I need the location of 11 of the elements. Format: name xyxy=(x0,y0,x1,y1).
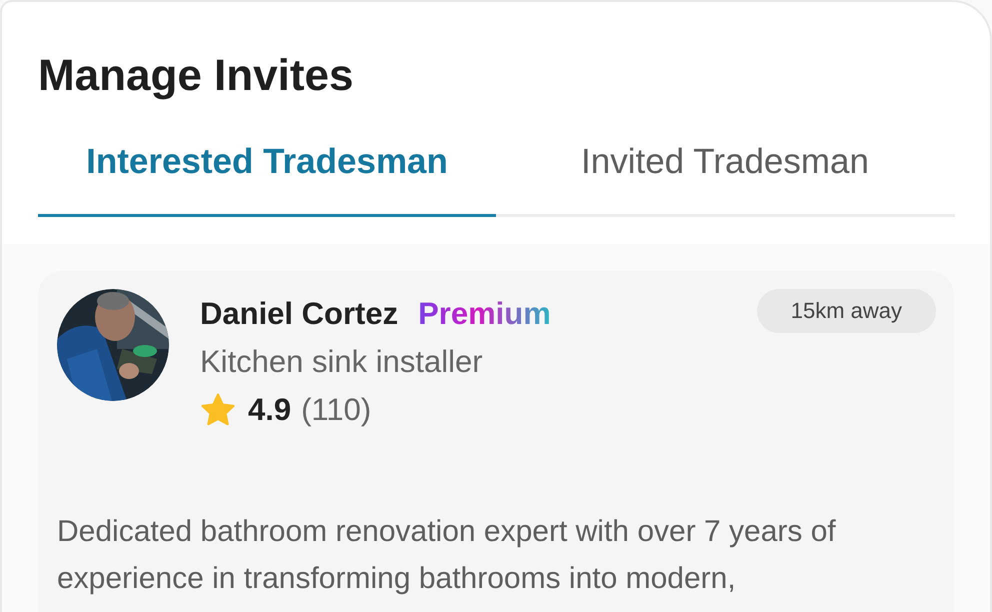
description-text: Dedicated bathroom renovation expert with over 7 years of experience in transforming bathrooms into modern, xyxy=(57,514,837,597)
page-title: Manage Invites xyxy=(37,50,354,102)
star-icon xyxy=(200,392,236,428)
tab[interactable]: Invited Tradesman xyxy=(496,142,954,217)
distance-chip: 15km away xyxy=(756,289,936,333)
trade-label: Kitchen sink installer xyxy=(200,344,484,380)
review-count: (110) xyxy=(301,392,372,428)
tradesman-card[interactable]: Daniel Cortez Premium 15km away Kitchen sink installer 4.9 (110) Dedicated bathroom renovation expert with over 7 years of experience in transforming bathrooms into modern, xyxy=(38,271,954,612)
rating-score: 4.9 xyxy=(248,392,292,428)
tradesman-name: Daniel Cortez xyxy=(200,296,398,332)
tab[interactable]: Interested Tradesman xyxy=(38,142,496,217)
